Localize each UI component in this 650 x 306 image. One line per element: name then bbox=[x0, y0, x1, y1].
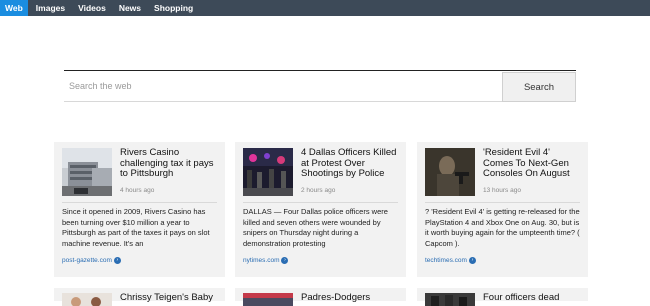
search-bar: Search bbox=[64, 70, 576, 102]
news-card[interactable]: 'Resident Evil 4' Comes To Next-Gen Cons… bbox=[417, 142, 588, 277]
news-card[interactable]: Four officers dead bbox=[417, 288, 588, 306]
search-button[interactable]: Search bbox=[502, 72, 576, 102]
news-age: 13 hours ago bbox=[483, 186, 521, 194]
news-summary: ? 'Resident Evil 4' is getting re-releas… bbox=[425, 207, 580, 248]
tab-news[interactable]: News bbox=[114, 0, 146, 16]
news-source[interactable]: post-gazette.com bbox=[62, 257, 112, 264]
tab-videos[interactable]: Videos bbox=[73, 0, 111, 16]
news-thumbnail-game[interactable] bbox=[425, 148, 475, 196]
news-thumbnail-people[interactable] bbox=[62, 293, 112, 306]
news-thumbnail-police[interactable] bbox=[243, 148, 293, 196]
news-headline[interactable]: 'Resident Evil 4' Comes To Next-Gen Cons… bbox=[483, 147, 580, 180]
news-card[interactable]: Rivers Casino challenging tax it pays to… bbox=[54, 142, 225, 277]
news-headline[interactable]: Padres-Dodgers bbox=[301, 292, 398, 304]
news-summary: Since it opened in 2009, Rivers Casino h… bbox=[62, 207, 210, 248]
news-summary: DALLAS — Four Dallas police officers wer… bbox=[243, 207, 388, 248]
building-image-icon bbox=[62, 148, 112, 196]
tab-shopping[interactable]: Shopping bbox=[149, 0, 198, 16]
news-source[interactable]: nytimes.com bbox=[243, 257, 279, 264]
game-character-image-icon bbox=[425, 148, 475, 196]
news-source[interactable]: techtimes.com bbox=[425, 257, 467, 264]
arrow-circle-icon: › bbox=[281, 257, 289, 264]
top-navigation-bar: Web Images Videos News Shopping bbox=[0, 0, 650, 16]
tab-web[interactable]: Web bbox=[0, 0, 28, 16]
arrow-circle-icon: › bbox=[468, 257, 476, 264]
news-card[interactable]: Padres-Dodgers bbox=[235, 288, 406, 306]
news-headline[interactable]: Chrissy Teigen's Baby bbox=[120, 292, 217, 304]
news-card[interactable]: Chrissy Teigen's Baby bbox=[54, 288, 225, 306]
search-input[interactable] bbox=[64, 71, 502, 101]
news-source-link[interactable]: post-gazette.com › bbox=[54, 251, 225, 264]
tab-images[interactable]: Images bbox=[31, 0, 70, 16]
news-headline[interactable]: Rivers Casino challenging tax it pays to… bbox=[120, 147, 217, 180]
news-headline[interactable]: Four officers dead bbox=[483, 292, 580, 304]
police-scene-image-icon bbox=[243, 148, 293, 196]
news-card[interactable]: 4 Dallas Officers Killed at Protest Over… bbox=[235, 142, 406, 277]
news-age: 4 hours ago bbox=[120, 186, 155, 194]
baseball-image-icon bbox=[243, 293, 293, 306]
news-age: 2 hours ago bbox=[301, 186, 336, 194]
officers-image-icon bbox=[425, 293, 475, 306]
news-source-link[interactable]: nytimes.com › bbox=[235, 251, 406, 264]
people-image-icon bbox=[62, 293, 112, 306]
arrow-circle-icon: › bbox=[113, 257, 121, 264]
news-thumbnail-building[interactable] bbox=[62, 148, 112, 196]
news-thumbnail-officers[interactable] bbox=[425, 293, 475, 306]
news-thumbnail-baseball[interactable] bbox=[243, 293, 293, 306]
news-source-link[interactable]: techtimes.com › bbox=[417, 251, 588, 264]
news-headline[interactable]: 4 Dallas Officers Killed at Protest Over… bbox=[301, 147, 398, 180]
